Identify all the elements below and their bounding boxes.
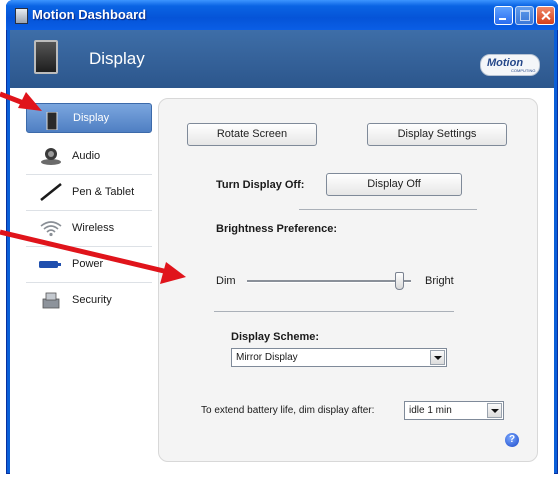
sidebar-item-power[interactable]: Power (26, 247, 152, 283)
chevron-down-icon[interactable] (430, 350, 445, 365)
app-icon (15, 8, 28, 24)
sidebar-item-label: Pen & Tablet (72, 186, 135, 198)
divider (214, 311, 454, 312)
sidebar-item-label: Display (73, 112, 110, 124)
battery-dim-value: idle 1 min (409, 405, 452, 416)
section-header: Display Motion COMPUTING (10, 30, 554, 88)
brightness-slider[interactable] (247, 280, 411, 283)
motion-logo: Motion COMPUTING (480, 54, 540, 76)
wireless-icon (40, 221, 62, 237)
display-scheme-label: Display Scheme: (231, 331, 320, 343)
chevron-down-icon[interactable] (487, 403, 502, 418)
sidebar-item-label: Wireless (72, 222, 115, 234)
brightness-slider-thumb[interactable] (394, 272, 404, 290)
display-settings-panel: Rotate Screen Display Settings Turn Disp… (158, 98, 538, 462)
display-settings-button[interactable]: Display Settings (367, 123, 507, 146)
slider-max-label: Bright (425, 275, 454, 287)
power-icon (39, 261, 61, 268)
display-scheme-value: Mirror Display (236, 352, 298, 363)
display-scheme-select[interactable]: Mirror Display (231, 348, 447, 367)
sidebar-item-audio[interactable]: Audio (26, 139, 152, 175)
display-icon (34, 40, 58, 74)
pen-icon (40, 183, 62, 201)
audio-icon (41, 148, 61, 165)
divider (299, 209, 477, 210)
security-icon (42, 292, 60, 309)
window-client: Display Motion COMPUTING Display Audio P… (10, 30, 554, 474)
brightness-preference-label: Brightness Preference: (216, 223, 338, 235)
sidebar-item-label: Security (72, 294, 112, 306)
sidebar-item-label: Audio (72, 150, 101, 162)
battery-dim-label: To extend battery life, dim display afte… (201, 405, 375, 416)
turn-display-off-label: Turn Display Off: (216, 179, 305, 191)
minimize-button[interactable] (494, 6, 513, 25)
close-button[interactable] (536, 6, 555, 25)
display-icon (46, 112, 58, 130)
sidebar-item-display[interactable]: Display (26, 103, 152, 133)
maximize-button[interactable] (515, 6, 534, 25)
battery-dim-select[interactable]: idle 1 min (404, 401, 504, 420)
rotate-screen-button[interactable]: Rotate Screen (187, 123, 317, 146)
help-icon[interactable]: ? (505, 433, 519, 447)
display-off-button[interactable]: Display Off (326, 173, 462, 196)
app-window: Motion Dashboard Display Motion COMPUTIN… (6, 0, 558, 474)
sidebar-item-pen-tablet[interactable]: Pen & Tablet (26, 175, 152, 211)
logo-subtext: COMPUTING (511, 68, 536, 73)
title-bar[interactable]: Motion Dashboard (6, 0, 558, 30)
sidebar-item-wireless[interactable]: Wireless (26, 211, 152, 247)
sidebar-item-security[interactable]: Security (26, 283, 152, 319)
section-title: Display (89, 49, 145, 68)
slider-min-label: Dim (216, 275, 236, 287)
sidebar-item-label: Power (72, 258, 104, 270)
window-title: Motion Dashboard (32, 7, 147, 22)
